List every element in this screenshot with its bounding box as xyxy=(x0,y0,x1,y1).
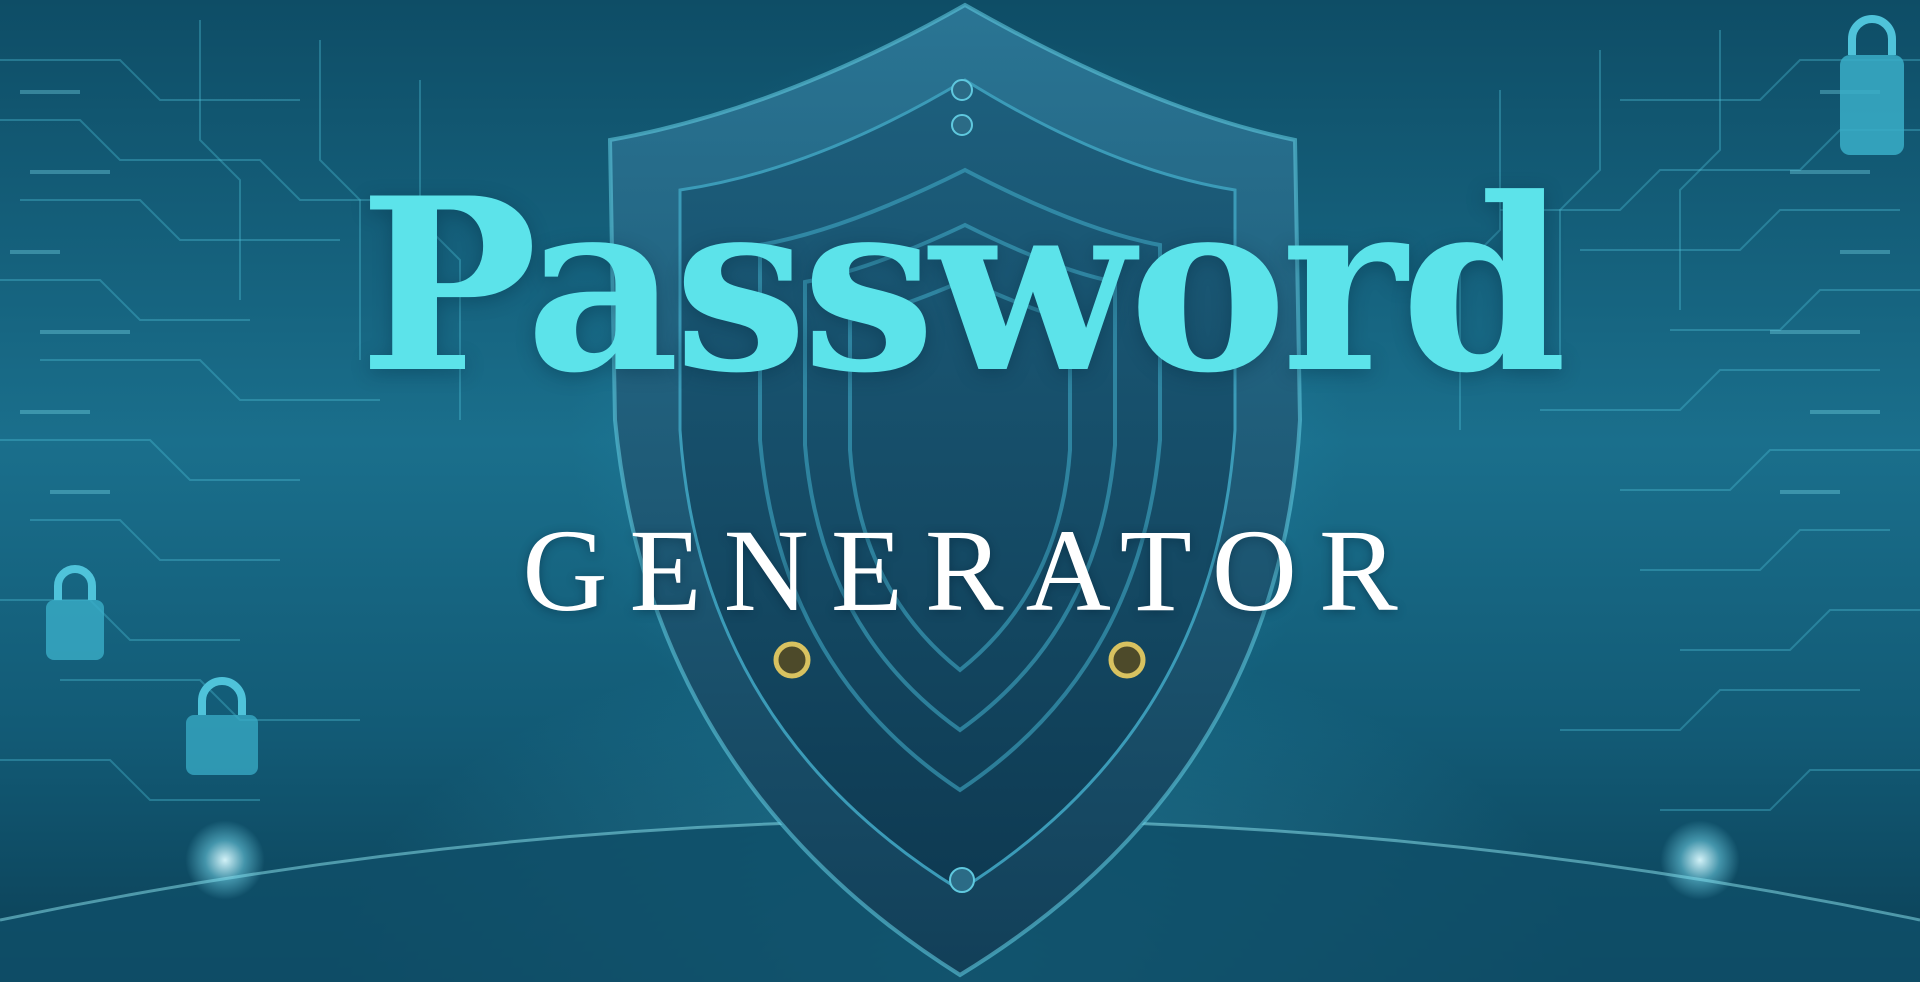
hero-banner: Password GENERATOR xyxy=(0,0,1920,982)
banner-title: Password xyxy=(358,147,1567,426)
banner-subtitle: GENERATOR xyxy=(522,505,1420,636)
